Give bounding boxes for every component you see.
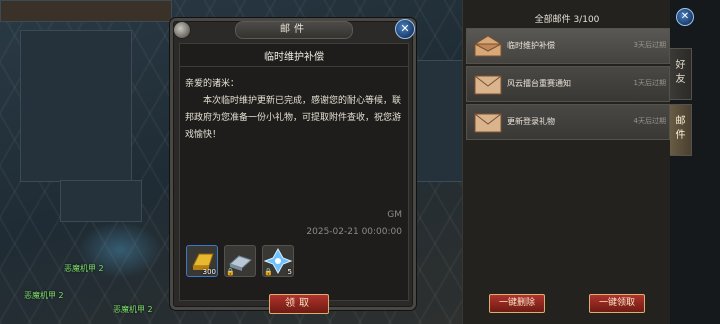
mail-sender: GM xyxy=(387,210,402,220)
envelope-icon xyxy=(474,75,502,95)
mail-date: 2025-02-21 00:00:00 xyxy=(306,227,402,237)
building xyxy=(60,180,142,222)
delete-all-button[interactable]: 一键删除 xyxy=(489,294,545,313)
mail-item-title: 临时维护补偿 xyxy=(507,41,555,50)
envelope-open-icon xyxy=(474,35,502,57)
attachment-count: 300 xyxy=(202,268,216,276)
lock-icon: 🔒 xyxy=(264,268,273,276)
building xyxy=(20,30,132,182)
mail-item-expiry: 3天后过期 xyxy=(633,41,666,49)
unit-label[interactable]: 恶魔机甲 2 xyxy=(113,304,153,315)
mail-count-header: 全部邮件 3/100 xyxy=(534,15,600,25)
tab-friends[interactable]: 好友 xyxy=(670,48,692,100)
close-icon[interactable]: ✕ xyxy=(395,19,415,39)
mail-list-panel: 全部邮件 3/100 临时维护补偿 3天后过期 风云擂台重赛通知 1天后过期 更… xyxy=(462,0,671,324)
building xyxy=(0,0,172,22)
attachment-slot[interactable]: 🔒 xyxy=(224,245,256,277)
claim-button[interactable]: 领取 xyxy=(269,294,329,314)
building xyxy=(410,60,464,182)
mail-content: 临时维护补偿 亲爱的诸米： 本次临时维护更新已完成，感谢您的耐心等候，联邦政府为… xyxy=(179,43,409,314)
mail-item-expiry: 4天后过期 xyxy=(633,117,666,125)
mail-list-item[interactable]: 更新登录礼物 4天后过期 xyxy=(466,104,670,140)
unit-label[interactable]: 恶魔机甲 2 xyxy=(24,290,64,301)
tab-mail[interactable]: 邮件 xyxy=(670,104,692,156)
mail-list-item[interactable]: 风云擂台重赛通知 1天后过期 xyxy=(466,66,670,102)
mail-item-expiry: 1天后过期 xyxy=(633,79,666,87)
close-icon[interactable]: ✕ xyxy=(676,8,694,26)
divider xyxy=(180,66,408,67)
window-title: 邮件 xyxy=(235,21,353,39)
lock-icon: 🔒 xyxy=(226,268,235,276)
attachment-slot[interactable]: 🔒 5 xyxy=(262,245,294,277)
claim-all-button[interactable]: 一键领取 xyxy=(589,294,645,313)
envelope-icon xyxy=(474,113,502,133)
attachment-slot[interactable]: 300 xyxy=(186,245,218,277)
mail-subject: 临时维护补偿 xyxy=(264,52,324,63)
mail-greeting: 亲爱的诸米： xyxy=(185,79,240,89)
orb-icon xyxy=(173,21,191,39)
mail-body: 本次临时维护更新已完成，感谢您的耐心等候，联邦政府为您准备一份小礼物，可提取附件… xyxy=(185,96,402,140)
mail-item-title: 风云擂台重赛通知 xyxy=(507,79,571,88)
unit-label[interactable]: 恶魔机甲 2 xyxy=(64,263,104,274)
mail-item-title: 更新登录礼物 xyxy=(507,117,555,126)
mail-list-item[interactable]: 临时维护补偿 3天后过期 xyxy=(466,28,670,64)
attachment-count: 5 xyxy=(287,268,292,276)
mail-detail-window: 邮件 ✕ 临时维护补偿 亲爱的诸米： 本次临时维护更新已完成，感谢您的耐心等候，… xyxy=(170,18,416,314)
